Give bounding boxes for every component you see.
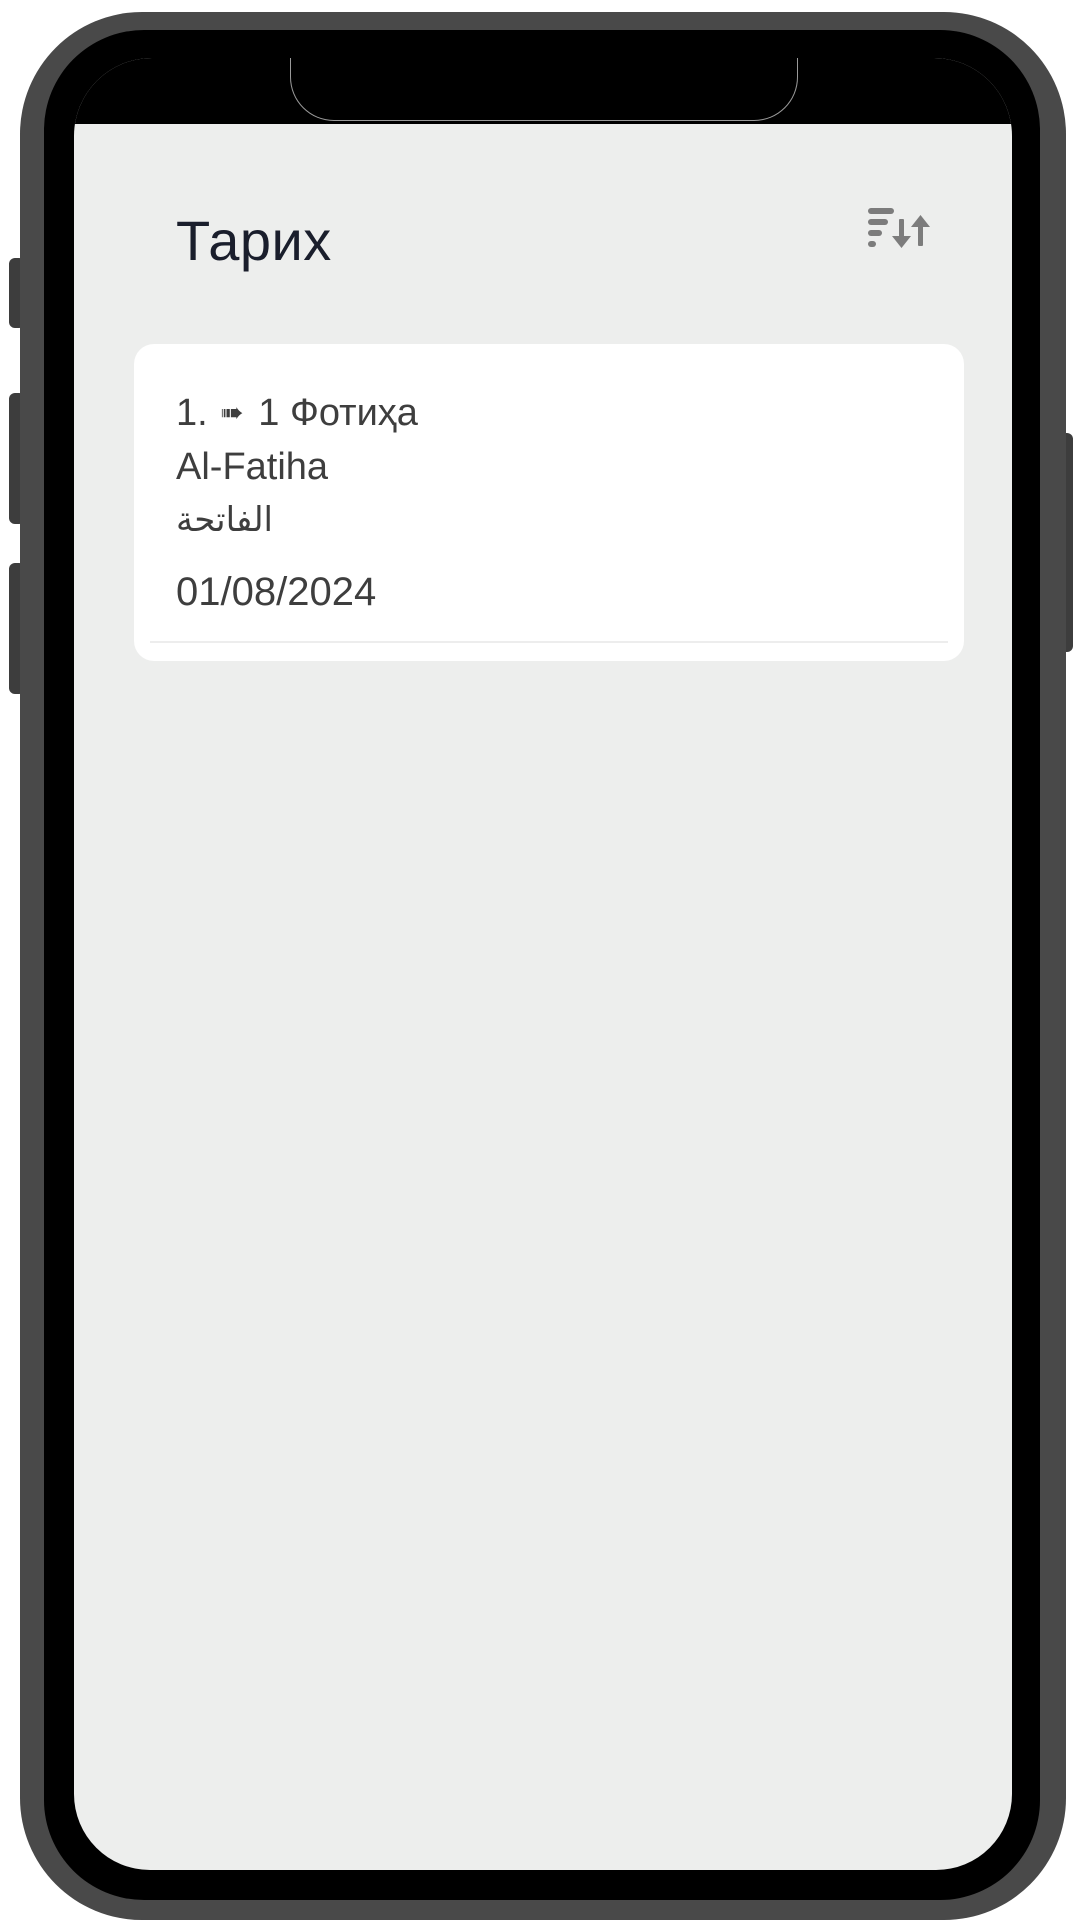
notch bbox=[290, 58, 798, 121]
device-mockup: Тарих 1. ➠ 1 Фотиҳа Al-Fatiha الفاتحة 01… bbox=[0, 0, 1080, 1920]
app-header: Тарих bbox=[74, 124, 1012, 334]
history-item-heading: 1. ➠ 1 Фотиҳа bbox=[176, 392, 418, 435]
history-date: 01/08/2024 bbox=[176, 570, 377, 614]
sort-button[interactable] bbox=[866, 202, 936, 262]
status-bar bbox=[74, 58, 1012, 124]
card-divider bbox=[150, 641, 948, 643]
surah-latin-name: Al-Fatiha bbox=[176, 446, 329, 488]
item-index: 1. bbox=[176, 392, 208, 434]
surah-arabic-name: الفاتحة bbox=[176, 501, 274, 539]
surah-name: 1 Фотиҳа bbox=[258, 392, 418, 434]
history-item-card[interactable]: 1. ➠ 1 Фотиҳа Al-Fatiha الفاتحة 01/08/20… bbox=[134, 344, 964, 661]
arrow-right-icon: ➠ bbox=[220, 397, 244, 428]
app-screen: Тарих 1. ➠ 1 Фотиҳа Al-Fatiha الفاتحة 01… bbox=[74, 58, 1012, 1870]
page-title: Тарих bbox=[176, 209, 332, 272]
sort-icon bbox=[868, 208, 930, 248]
